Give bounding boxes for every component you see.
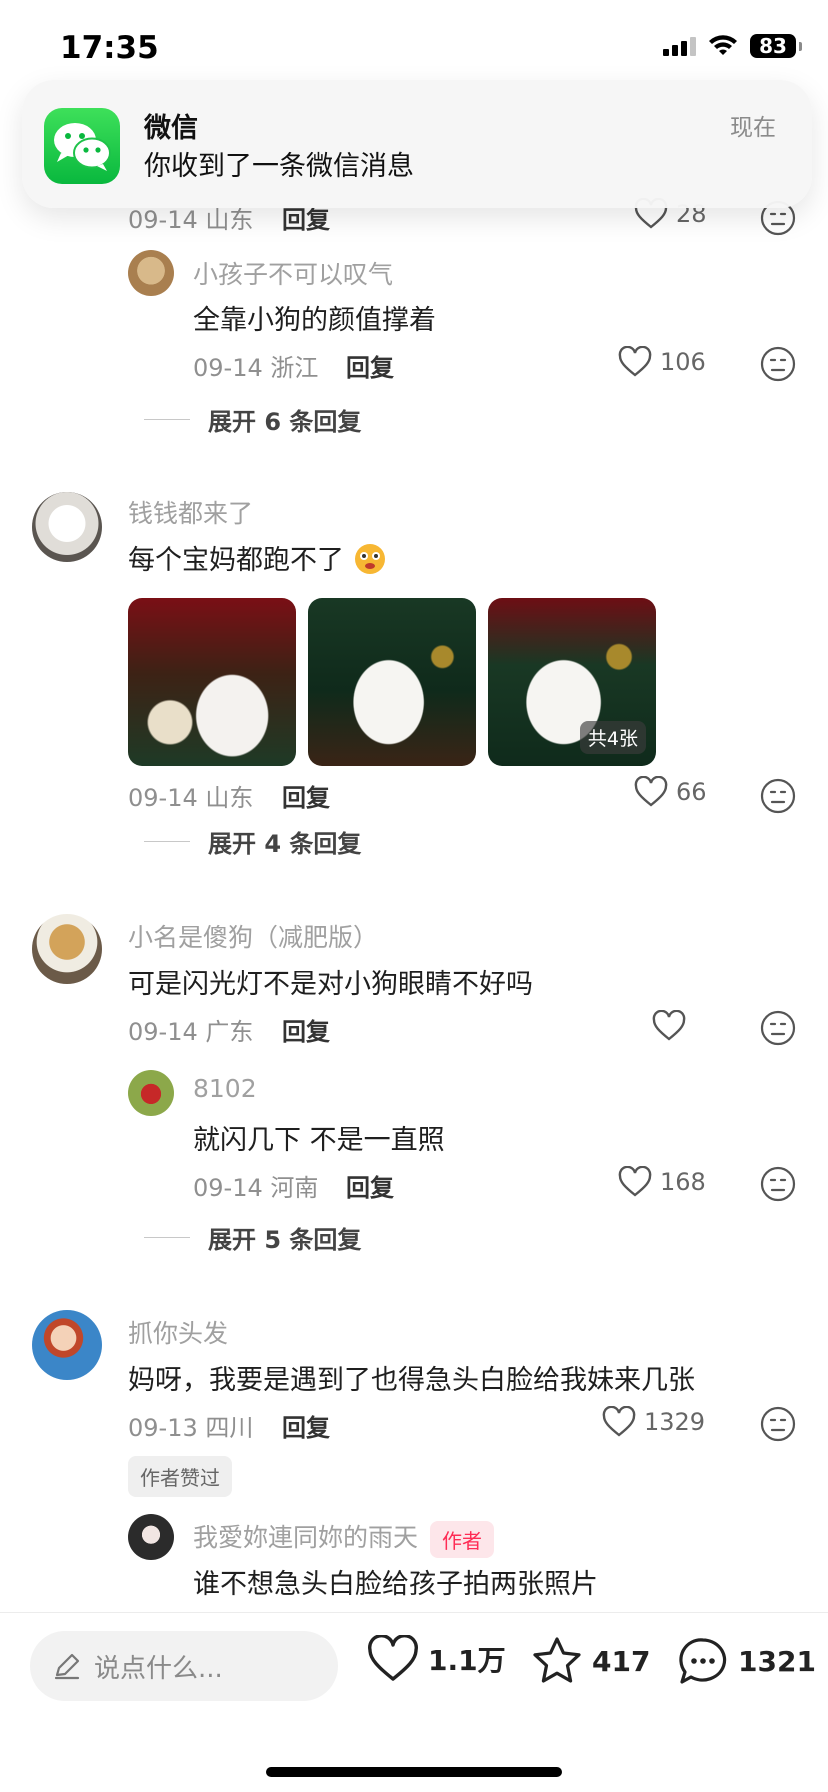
pencil-icon [54, 1653, 80, 1680]
username[interactable]: 小孩子不可以叹气 [193, 255, 393, 291]
comment-date: 09-13 四川 [128, 1414, 254, 1442]
comment-text: 可是闪光灯不是对小狗眼睛不好吗 [128, 969, 533, 1000]
expand-label: 展开 5 条回复 [208, 1226, 362, 1254]
username[interactable]: 抓你头发 [128, 1314, 228, 1350]
dislike-icon[interactable] [760, 778, 796, 814]
comment-count: 1321 [738, 1644, 816, 1678]
reply-button[interactable]: 回复 [282, 1408, 330, 1443]
like-count: 1329 [644, 1408, 706, 1436]
comment-date: 09-14 广东 [128, 1018, 254, 1046]
home-indicator[interactable] [266, 1767, 562, 1777]
like-count: 66 [676, 778, 707, 806]
comment-list[interactable]: 09-14 山东 回复 28 小孩子不可以叹气 全靠小狗的颜值撑着 09-14 … [0, 0, 828, 1612]
emoji-icon [354, 544, 385, 574]
expand-label: 展开 4 条回复 [208, 830, 362, 858]
like-button[interactable]: 168 [618, 1166, 706, 1198]
comment-input-placeholder: 说点什么... [94, 1653, 223, 1684]
comment-date: 09-14 河南 [193, 1174, 319, 1202]
author-liked-badge: 作者赞过 [128, 1456, 232, 1497]
comment-text: 就闪几下 不是一直照 [193, 1125, 445, 1156]
heart-icon [368, 1635, 418, 1681]
like-post-button[interactable]: 1.1万 [366, 1635, 506, 1683]
comment-date: 09-14 山东 [128, 784, 254, 812]
star-icon [533, 1637, 581, 1683]
comment-text: 妈呀，我要是遇到了也得急头白脸给我妹来几张 [128, 1365, 695, 1396]
photo-thumbnail[interactable]: 共4张 [488, 598, 656, 766]
avatar[interactable] [128, 250, 174, 296]
comment-text-content: 每个宝妈都跑不了 [128, 545, 344, 576]
avatar[interactable] [128, 1514, 174, 1560]
reply-button[interactable]: 回复 [282, 778, 330, 813]
notification-app-name: 微信 [144, 113, 198, 144]
username-text: 我愛妳連同妳的雨天 [193, 1523, 419, 1552]
like-button[interactable]: 106 [618, 346, 706, 378]
heart-icon [618, 346, 652, 377]
divider [144, 1237, 190, 1238]
comment-button[interactable]: 1321 [676, 1635, 816, 1687]
username[interactable]: 我愛妳連同妳的雨天 作者 [193, 1518, 495, 1558]
username[interactable]: 8102 [193, 1074, 257, 1103]
reply-button[interactable]: 回复 [346, 348, 394, 383]
avatar[interactable] [32, 492, 102, 562]
comment-icon [679, 1638, 727, 1684]
dislike-icon[interactable] [760, 1010, 796, 1046]
like-button[interactable] [652, 1010, 686, 1042]
like-button[interactable]: 66 [634, 776, 707, 808]
heart-icon [634, 776, 668, 807]
heart-icon [602, 1406, 636, 1437]
username[interactable]: 小名是傻狗（减肥版） [128, 918, 378, 954]
reply-button[interactable]: 回复 [346, 1168, 394, 1203]
comment-text: 每个宝妈都跑不了 [128, 538, 387, 577]
expand-replies-button[interactable]: 展开 4 条回复 [144, 824, 361, 859]
like-button[interactable]: 1329 [602, 1406, 705, 1438]
favorite-button[interactable]: 417 [530, 1635, 650, 1687]
photo-thumbnail[interactable] [308, 598, 476, 766]
comment-date: 09-14 浙江 [193, 354, 319, 382]
bottom-action-bar: 说点什么... 1.1万 417 1321 [0, 1612, 828, 1792]
author-tag: 作者 [430, 1520, 495, 1558]
wechat-icon [44, 108, 120, 184]
dislike-icon[interactable] [760, 1166, 796, 1202]
photo-thumbnail[interactable] [128, 598, 296, 766]
reply-button[interactable]: 回复 [282, 1012, 330, 1047]
comment-text: 全靠小狗的颜值撑着 [193, 305, 436, 336]
heart-icon [652, 1010, 686, 1041]
expand-replies-button[interactable]: 展开 6 条回复 [144, 402, 361, 437]
avatar[interactable] [32, 914, 102, 984]
dislike-icon[interactable] [760, 346, 796, 382]
username[interactable]: 钱钱都来了 [128, 494, 253, 530]
notification-time: 现在 [730, 115, 776, 141]
favorite-count: 417 [592, 1644, 651, 1678]
avatar[interactable] [32, 1310, 102, 1380]
like-count: 168 [660, 1168, 706, 1196]
divider [144, 419, 190, 420]
comment-text: 谁不想急头白脸给孩子拍两张照片 [193, 1569, 598, 1600]
heart-icon [618, 1166, 652, 1197]
photo-gallery[interactable]: 共4张 [128, 598, 656, 766]
wechat-notification[interactable]: 微信 你收到了一条微信消息 现在 [22, 80, 812, 208]
like-post-count: 1.1万 [428, 1644, 506, 1677]
avatar[interactable] [128, 1070, 174, 1116]
expand-label: 展开 6 条回复 [208, 408, 362, 436]
notification-message: 你收到了一条微信消息 [144, 151, 414, 182]
divider [144, 841, 190, 842]
photo-count-badge: 共4张 [579, 721, 646, 754]
dislike-icon[interactable] [760, 1406, 796, 1442]
comment-input[interactable]: 说点什么... [30, 1631, 338, 1701]
expand-replies-button[interactable]: 展开 5 条回复 [144, 1220, 361, 1255]
like-count: 106 [660, 348, 706, 376]
